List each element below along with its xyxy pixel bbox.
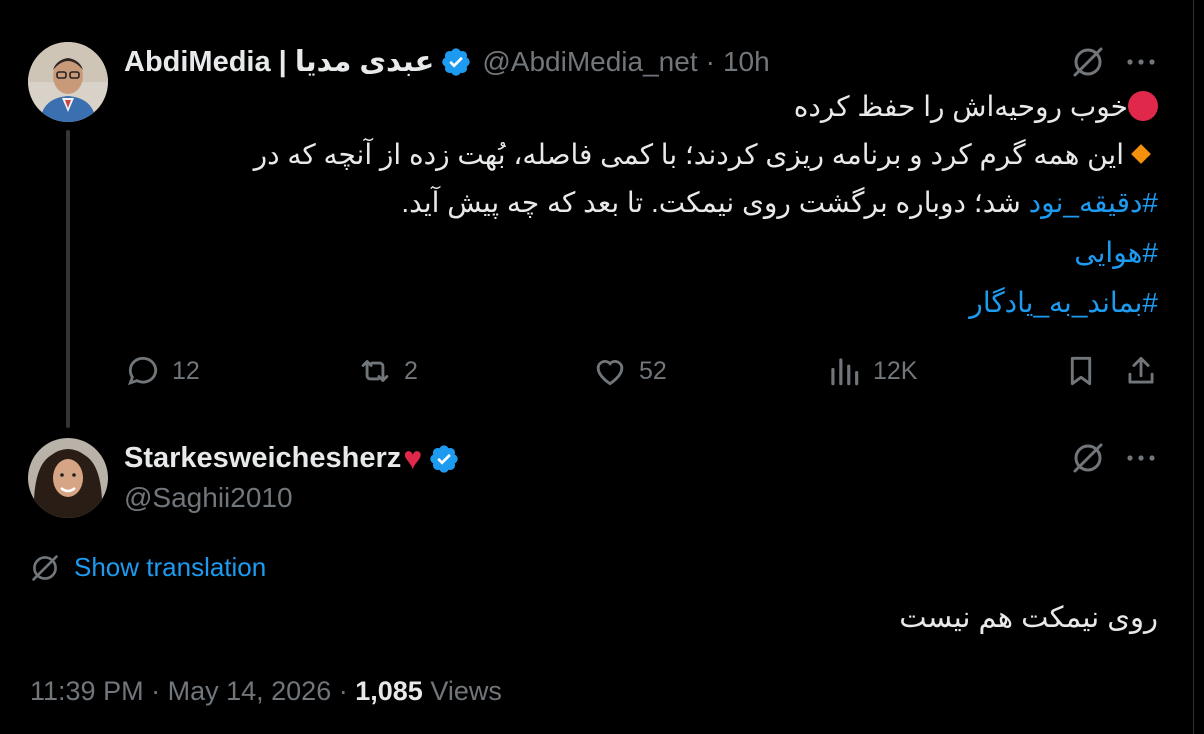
- tweet1-text-line3: #دقیقه_نود شد؛ دوباره برگشت روی نیمکت. ت…: [401, 186, 1158, 219]
- avatar-abdimedia[interactable]: [28, 42, 108, 122]
- verified-badge-icon: [442, 47, 471, 76]
- tweet1-text-line1: خوب روحیه‌اش را حفظ کرده: [794, 90, 1158, 123]
- grok-icon[interactable]: [1071, 441, 1105, 475]
- red-heart-emoji-icon: ♥: [403, 440, 423, 476]
- bookmark-button[interactable]: [1062, 352, 1100, 390]
- repost-button[interactable]: 2: [356, 352, 418, 390]
- separator-dot: ·: [705, 45, 715, 77]
- tweet2-header: Starkesweichesherz ♥: [124, 440, 460, 477]
- avatar-image: [28, 42, 108, 122]
- thread-connector-line: [66, 130, 70, 428]
- tweet-detail-view: AbdiMedia | عبدی مدیا @AbdiMedia_net · 1…: [0, 0, 1204, 734]
- view-count: 12K: [873, 356, 918, 385]
- tweet1-text-line2: این همه گرم کرد و برنامه ریزی کردند؛ با …: [254, 138, 1158, 171]
- display-name[interactable]: AbdiMedia | عبدی مدیا: [124, 44, 434, 79]
- post-date[interactable]: May 14, 2026: [168, 676, 332, 706]
- tweet2-text: روی نیمکت هم نیست: [899, 602, 1158, 634]
- bookmark-icon: [1070, 356, 1092, 386]
- like-button[interactable]: 52: [591, 352, 667, 390]
- tweet1-line2-text: این همه گرم کرد و برنامه ریزی کردند؛ با …: [253, 139, 1124, 170]
- share-icon: [1128, 356, 1154, 384]
- tweet1-line1-text: خوب روحیه‌اش را حفظ کرده: [793, 91, 1128, 122]
- timestamp[interactable]: 10h: [723, 46, 770, 78]
- tweet1-hashtag-line: #هوایی: [1074, 236, 1158, 269]
- hashtag-link[interactable]: #هوایی: [1074, 237, 1158, 268]
- analytics-icon: [831, 358, 859, 386]
- heart-icon: [596, 360, 624, 386]
- tweet2-handle-row: @Saghii2010: [124, 482, 293, 514]
- handle[interactable]: @AbdiMedia_net: [482, 46, 697, 78]
- tweet1-line3-text: شد؛ دوباره برگشت روی نیمکت. تا بعد که چه…: [401, 187, 1029, 218]
- show-translation-label: Show translation: [74, 552, 267, 582]
- separator-dot: ·: [151, 676, 161, 706]
- red-circle-emoji-icon: [1128, 91, 1158, 121]
- avatar-image: [28, 438, 108, 518]
- share-button[interactable]: [1122, 352, 1160, 390]
- reply-icon: [127, 356, 158, 386]
- grok-icon[interactable]: [1071, 45, 1105, 79]
- reply-button[interactable]: 12: [124, 352, 200, 390]
- post-time[interactable]: 11:39 PM: [30, 676, 144, 706]
- tweet1-header: AbdiMedia | عبدی مدیا @AbdiMedia_net · 1…: [124, 44, 770, 79]
- handle[interactable]: @Saghii2010: [124, 482, 293, 514]
- views-button[interactable]: 12K: [825, 352, 917, 390]
- translate-icon: [32, 554, 58, 581]
- show-translation-button[interactable]: Show translation: [30, 552, 266, 583]
- display-name[interactable]: Starkesweichesherz: [124, 442, 401, 475]
- hashtag-link[interactable]: #دقیقه_نود: [1029, 187, 1158, 218]
- orange-diamond-emoji-icon: [1131, 144, 1151, 164]
- more-options-icon[interactable]: [1124, 45, 1158, 79]
- separator-dot: ·: [338, 676, 348, 706]
- reply-count: 12: [172, 356, 200, 385]
- tweet2-meta: 11:39 PM · May 14, 2026 · 1,085 Views: [30, 676, 502, 707]
- column-border: [1193, 0, 1194, 734]
- tweet1-hashtag-line: #بماند_به_یادگار: [969, 286, 1158, 319]
- views-label: Views: [430, 676, 502, 706]
- more-options-icon[interactable]: [1124, 441, 1158, 475]
- views-count: 1,085: [355, 676, 423, 706]
- repost-icon: [361, 360, 389, 382]
- hashtag-link[interactable]: #بماند_به_یادگار: [969, 287, 1158, 318]
- like-count: 52: [639, 356, 667, 385]
- avatar-starkesweichesherz[interactable]: [28, 438, 108, 518]
- repost-count: 2: [404, 356, 418, 385]
- verified-badge-icon: [430, 444, 458, 473]
